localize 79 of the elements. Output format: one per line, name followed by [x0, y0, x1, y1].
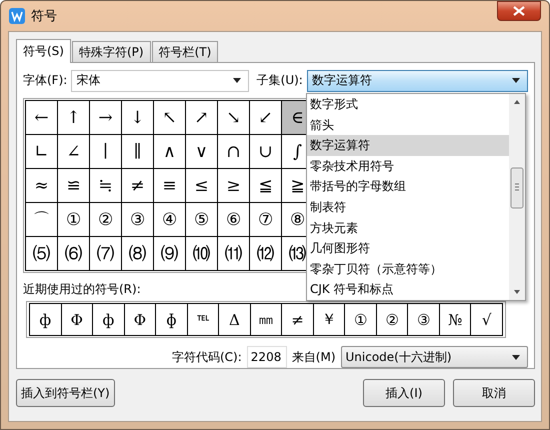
symbol-cell[interactable]: ⑻: [122, 237, 154, 272]
symbol-cell[interactable]: ∟: [26, 135, 58, 170]
close-icon: [513, 6, 525, 16]
tab[interactable]: 符号(S): [16, 39, 71, 63]
symbol-cell[interactable]: Δ: [218, 303, 250, 336]
char-code-label: 字符代码(C):: [172, 348, 242, 366]
symbol-cell[interactable]: ≠: [281, 303, 313, 336]
symbol-cell[interactable]: √: [470, 303, 503, 336]
symbol-cell[interactable]: ⑦: [250, 203, 282, 238]
source-dropdown[interactable]: Unicode(十六进制): [340, 346, 528, 368]
symbol-cell[interactable]: →: [90, 101, 122, 136]
symbol-cell[interactable]: ≤: [186, 169, 218, 204]
symbol-cell[interactable]: ⑿: [250, 237, 282, 272]
recent-symbols-label: 近期使用过的符号(R):: [23, 281, 141, 298]
symbol-cell[interactable]: ∣: [90, 135, 122, 170]
source-label: 来自(M): [292, 348, 336, 366]
symbol-cell[interactable]: ↘: [218, 101, 250, 136]
symbol-cell[interactable]: ⑾: [218, 237, 250, 272]
tab[interactable]: 符号栏(T): [152, 41, 218, 62]
symbol-cell[interactable]: ↖: [154, 101, 186, 136]
symbol-cell[interactable]: ⑸: [26, 237, 58, 272]
symbol-cell[interactable]: ∥: [122, 135, 154, 170]
symbol-cell[interactable]: ∠: [58, 135, 90, 170]
subset-label: 子集(U):: [256, 72, 303, 90]
app-logo-icon: [9, 8, 25, 24]
font-label: 字体(F):: [23, 72, 68, 90]
symbol-cell[interactable]: ≦: [250, 169, 282, 204]
symbol-cell[interactable]: Φ: [60, 303, 92, 336]
symbol-cell[interactable]: ⌒: [26, 203, 58, 238]
symbol-cell[interactable]: ∨: [186, 135, 218, 170]
symbol-cell[interactable]: ≥: [218, 169, 250, 204]
symbol-cell[interactable]: ↑: [58, 101, 90, 136]
subset-dropdown[interactable]: 数字运算符: [306, 70, 528, 92]
symbol-cell[interactable]: ℡: [186, 303, 218, 336]
symbol-cell[interactable]: ⑥: [218, 203, 250, 238]
symbol-cell[interactable]: ɸ: [155, 303, 187, 336]
symbol-cell[interactable]: ③: [407, 303, 439, 336]
symbol-cell[interactable]: ￥: [312, 303, 344, 336]
symbol-cell[interactable]: ф: [29, 303, 61, 336]
symbol-cell[interactable]: ⑽: [186, 237, 218, 272]
symbol-cell[interactable]: ∩: [218, 135, 250, 170]
dialog-button[interactable]: 取消: [453, 379, 535, 407]
symbol-cell[interactable]: ∪: [250, 135, 282, 170]
caret-icon: [232, 77, 242, 84]
dialog-button[interactable]: 插入(I): [363, 379, 445, 407]
symbol-cell[interactable]: ≒: [90, 169, 122, 204]
close-button[interactable]: [497, 1, 541, 21]
symbol-cell[interactable]: ④: [154, 203, 186, 238]
char-code-field[interactable]: 2208: [246, 346, 287, 368]
dialog-button[interactable]: 插入到符号栏(Y): [16, 379, 115, 407]
symbol-cell[interactable]: ⑹: [58, 237, 90, 272]
tab[interactable]: 特殊字符(P): [72, 41, 151, 62]
symbol-cell[interactable]: ≌: [58, 169, 90, 204]
symbol-cell[interactable]: ↗: [186, 101, 218, 136]
symbol-cell[interactable]: ≈: [26, 169, 58, 204]
scrollbar[interactable]: [509, 94, 525, 300]
symbol-cell[interactable]: ∧: [154, 135, 186, 170]
symbol-cell[interactable]: ⑤: [186, 203, 218, 238]
symbol-cell[interactable]: ③: [122, 203, 154, 238]
list-item[interactable]: CJK 符号和标点: [307, 279, 509, 300]
symbol-cell[interactable]: ⑼: [154, 237, 186, 272]
symbol-cell[interactable]: ㎜: [250, 303, 282, 336]
symbol-cell[interactable]: ⑺: [90, 237, 122, 272]
symbol-cell[interactable]: ≡: [154, 169, 186, 204]
window-title: 符号: [31, 8, 58, 25]
symbol-cell[interactable]: ф: [92, 303, 124, 336]
caret-icon: [511, 354, 521, 360]
symbol-cell[interactable]: ≠: [122, 169, 154, 204]
symbol-cell[interactable]: №: [438, 303, 470, 336]
font-dropdown[interactable]: 宋体: [71, 70, 249, 92]
symbol-cell[interactable]: Φ: [124, 303, 156, 336]
symbol-cell[interactable]: ←: [26, 101, 58, 136]
symbol-cell[interactable]: ②: [376, 303, 408, 336]
symbol-cell[interactable]: ↓: [122, 101, 154, 136]
symbol-cell[interactable]: ②: [90, 203, 122, 238]
list-item[interactable]: 数字运算符: [307, 135, 509, 156]
symbol-cell[interactable]: ①: [344, 303, 376, 336]
symbol-cell[interactable]: ①: [58, 203, 90, 238]
caret-icon: [511, 77, 521, 84]
